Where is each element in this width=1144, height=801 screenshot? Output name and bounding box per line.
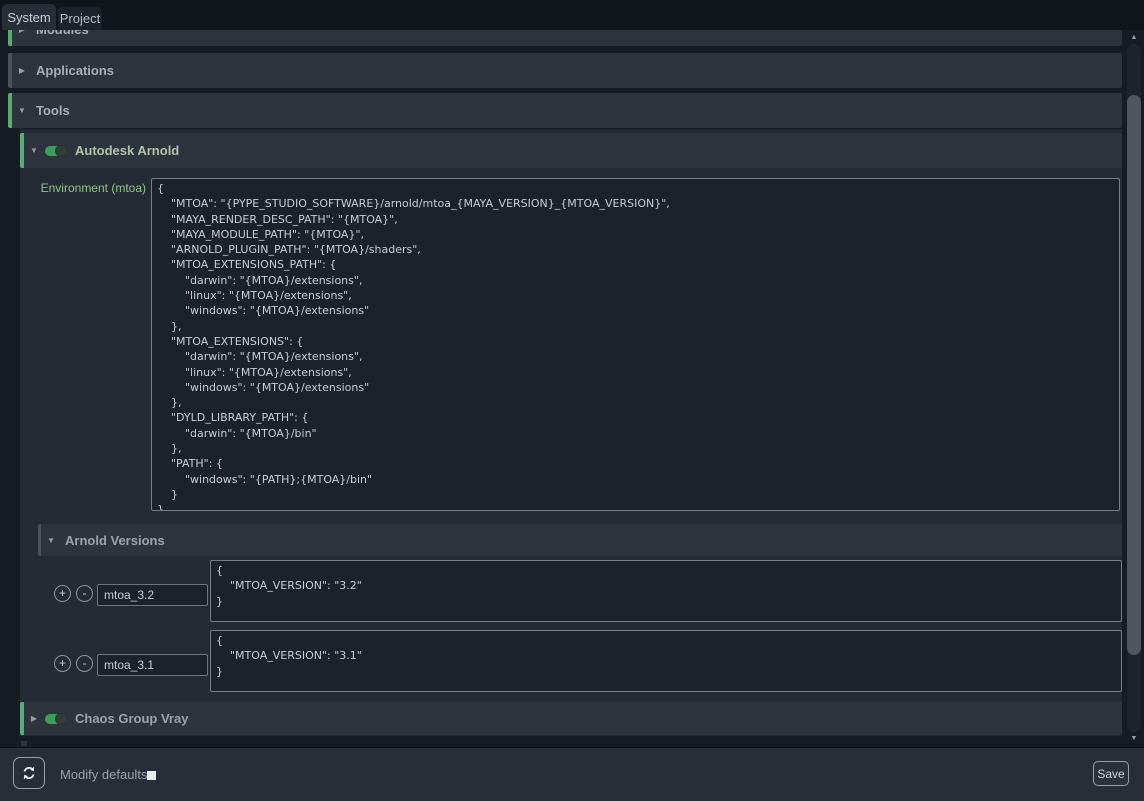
chevron-down-icon[interactable]: ▼ <box>16 106 28 115</box>
scroll-down-icon[interactable]: ▼ <box>1124 735 1144 742</box>
tab-system[interactable]: System <box>2 4 56 30</box>
environment-json-textarea[interactable]: { "MTOA": "{PYPE_STUDIO_SOFTWARE}/arnold… <box>151 178 1120 511</box>
tab-project[interactable]: Project <box>58 7 102 30</box>
environment-mtoa-label: Environment (mtoa) <box>20 181 146 195</box>
modify-defaults-label: Modify defaults <box>60 748 147 801</box>
version-name-input[interactable] <box>97 584 208 606</box>
tab-bar: System Project <box>0 0 1144 30</box>
version-name-input[interactable] <box>97 654 208 676</box>
settings-scroll-area: ▶ Modules ▶ Applications ▼ Tools ▼ Autod… <box>0 30 1124 746</box>
chevron-down-icon[interactable]: ▼ <box>45 536 57 545</box>
section-title-chaos-group-vray: Chaos Group Vray <box>75 711 188 726</box>
arnold-enabled-toggle[interactable] <box>45 146 67 156</box>
chevron-right-icon[interactable]: ▶ <box>28 714 40 723</box>
version-json-textarea[interactable]: { "MTOA_VERSION": "3.1" } <box>210 630 1122 692</box>
add-version-button[interactable]: + <box>54 585 71 602</box>
scrollbar-thumb[interactable] <box>1127 95 1141 655</box>
chevron-right-icon[interactable]: ▶ <box>16 66 28 75</box>
remove-version-button[interactable]: - <box>76 585 93 602</box>
section-title-modules: Modules <box>36 30 89 37</box>
save-button[interactable]: Save <box>1093 761 1129 786</box>
settings-window: System Project ▶ Modules ▶ Applications … <box>0 0 1144 801</box>
chevron-down-icon[interactable]: ▼ <box>28 146 40 155</box>
refresh-button[interactable] <box>13 757 45 789</box>
section-title-arnold-versions: Arnold Versions <box>65 533 165 548</box>
toggle-knob <box>55 145 67 157</box>
tools-section-content: ▼ Autodesk Arnold Environment (mtoa) { "… <box>20 129 1122 736</box>
toggle-knob <box>55 713 67 725</box>
section-header-tools[interactable]: ▼ Tools <box>8 93 1122 128</box>
section-title-autodesk-arnold: Autodesk Arnold <box>75 143 179 158</box>
section-title-tools: Tools <box>36 103 70 118</box>
section-title-applications: Applications <box>36 63 114 78</box>
section-header-modules[interactable]: ▶ Modules <box>8 30 1122 46</box>
remove-version-button[interactable]: - <box>76 655 93 672</box>
vertical-scrollbar[interactable]: ▲ ▼ <box>1124 30 1144 746</box>
refresh-icon <box>20 764 38 782</box>
footer-bar: Modify defaults Save <box>0 747 1144 801</box>
chevron-right-icon[interactable]: ▶ <box>16 30 28 34</box>
partial-section-sliver <box>21 741 27 746</box>
section-header-chaos-group-vray[interactable]: ▶ Chaos Group Vray <box>20 702 1122 735</box>
vray-enabled-toggle[interactable] <box>45 714 67 724</box>
modify-defaults-checkbox[interactable] <box>147 771 156 780</box>
section-header-applications[interactable]: ▶ Applications <box>8 53 1122 88</box>
section-header-arnold-versions[interactable]: ▼ Arnold Versions <box>38 524 1122 556</box>
add-version-button[interactable]: + <box>54 655 71 672</box>
section-header-autodesk-arnold[interactable]: ▼ Autodesk Arnold <box>20 133 1122 168</box>
version-json-textarea[interactable]: { "MTOA_VERSION": "3.2" } <box>210 560 1122 622</box>
scroll-up-icon[interactable]: ▲ <box>1124 34 1144 41</box>
